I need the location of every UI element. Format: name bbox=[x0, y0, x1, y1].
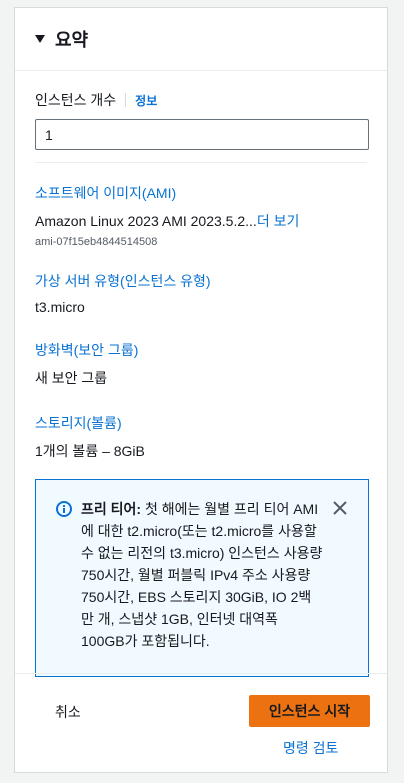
close-icon[interactable] bbox=[332, 500, 348, 516]
info-link[interactable]: 정보 bbox=[135, 92, 157, 109]
review-commands-link[interactable]: 명령 검토 bbox=[283, 738, 338, 758]
firewall-section: 방화벽(보안 그룹) 새 보안 그룹 bbox=[35, 340, 367, 388]
software-image-title[interactable]: 소프트웨어 이미지(AMI) bbox=[35, 183, 367, 203]
instance-type-section: 가상 서버 유형(인스턴스 유형) t3.micro bbox=[35, 271, 367, 315]
storage-value: 1개의 볼륨 – 8GiB bbox=[35, 443, 145, 459]
label-separator bbox=[125, 93, 127, 107]
free-tier-alert: 프리 티어: 첫 해에는 월별 프리 티어 AMI 에 대한 t2.micro(… bbox=[35, 479, 369, 677]
instance-type-value: t3.micro bbox=[35, 299, 85, 315]
instance-type-title[interactable]: 가상 서버 유형(인스턴스 유형) bbox=[35, 271, 367, 291]
launch-instance-button[interactable]: 인스턴스 시작 bbox=[249, 695, 370, 727]
firewall-value: 새 보안 그룹 bbox=[35, 370, 108, 386]
alert-content: 프리 티어: 첫 해에는 월별 프리 티어 AMI 에 대한 t2.micro(… bbox=[56, 498, 352, 652]
software-image-section: 소프트웨어 이미지(AMI) Amazon Linux 2023 AMI 202… bbox=[35, 183, 367, 248]
ami-id: ami-07f15eb4844514508 bbox=[35, 236, 158, 248]
summary-panel: 요약 인스턴스 개수 정보 소프트웨어 이미지(AMI) Amazon Linu… bbox=[14, 7, 388, 773]
launch-instance-label: 인스턴스 시작 bbox=[268, 703, 351, 719]
instance-count-input[interactable] bbox=[35, 119, 369, 150]
info-icon bbox=[56, 501, 72, 517]
alert-text: 프리 티어: 첫 해에는 월별 프리 티어 AMI 에 대한 t2.micro(… bbox=[81, 498, 324, 652]
software-image-value-row: Amazon Linux 2023 AMI 2023.5.2...더 보기 bbox=[35, 211, 367, 231]
footer: 취소 인스턴스 시작 명령 검토 bbox=[15, 673, 387, 756]
show-more-link[interactable]: 더 보기 bbox=[257, 213, 300, 229]
instance-count-label-row: 인스턴스 개수 정보 bbox=[35, 90, 367, 110]
summary-body: 인스턴스 개수 정보 소프트웨어 이미지(AMI) Amazon Linux 2… bbox=[15, 90, 387, 677]
storage-section: 스토리지(볼륨) 1개의 볼륨 – 8GiB bbox=[35, 413, 367, 461]
caret-down-icon[interactable] bbox=[35, 35, 45, 43]
alert-body-text: 첫 해에는 월별 프리 티어 AMI 에 대한 t2.micro(또는 t2.m… bbox=[81, 501, 323, 649]
storage-title[interactable]: 스토리지(볼륨) bbox=[35, 413, 367, 433]
software-image-value: Amazon Linux 2023 AMI 2023.5.2... bbox=[35, 213, 257, 229]
divider bbox=[35, 162, 367, 163]
panel-title: 요약 bbox=[55, 30, 89, 50]
cancel-button[interactable]: 취소 bbox=[55, 702, 81, 722]
instance-count-label: 인스턴스 개수 bbox=[35, 92, 117, 108]
firewall-title[interactable]: 방화벽(보안 그룹) bbox=[35, 340, 367, 360]
alert-bold-label: 프리 티어: bbox=[81, 501, 142, 517]
summary-header[interactable]: 요약 bbox=[15, 8, 387, 71]
